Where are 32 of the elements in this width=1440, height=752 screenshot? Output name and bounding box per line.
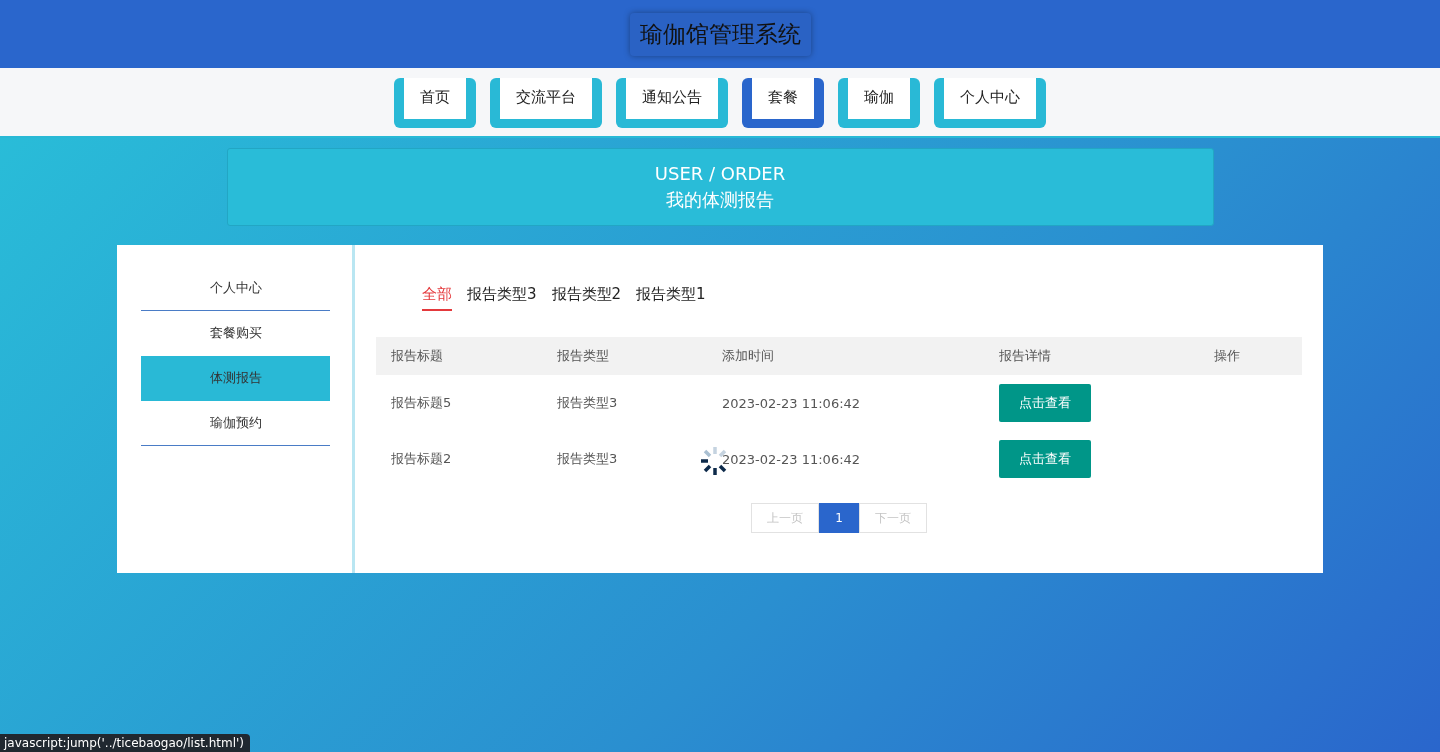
nav-tab[interactable]: 通知公告	[616, 78, 728, 128]
table-cell-text: 报告类型3	[556, 450, 619, 468]
banner-title: 我的体测报告	[666, 187, 774, 212]
filter-tab[interactable]: 报告类型1	[636, 285, 706, 311]
column-header: 操作	[1213, 347, 1241, 365]
table-cell-text: 2023-02-23 11:06:42	[721, 451, 862, 467]
table-cell-text: 2023-02-23 11:06:42	[721, 395, 862, 411]
sidebar-item[interactable]: 套餐购买	[141, 311, 330, 356]
sidebar-item[interactable]: 体测报告	[141, 356, 330, 401]
column-header: 报告类型	[556, 347, 610, 365]
table-cell-text: 报告类型3	[556, 394, 619, 412]
page-number-button[interactable]: 1	[819, 503, 859, 533]
table-cell-text: 报告标题2	[390, 450, 453, 468]
nav-tab[interactable]: 套餐	[742, 78, 824, 128]
filter-tab[interactable]: 报告类型3	[467, 285, 537, 311]
column-header: 报告标题	[390, 347, 444, 365]
column-header: 添加时间	[721, 347, 775, 365]
nav-tab[interactable]: 交流平台	[490, 78, 602, 128]
sidebar-item[interactable]: 个人中心	[141, 266, 330, 311]
site-title: 瑜伽馆管理系统	[629, 12, 811, 56]
nav-tab[interactable]: 首页	[394, 78, 476, 128]
filter-tab[interactable]: 全部	[422, 285, 452, 311]
banner-subtitle: USER / ORDER	[654, 162, 786, 184]
status-link-text: javascript:jump('../ticebaogao/list.html')	[0, 734, 250, 752]
view-button[interactable]: 点击查看	[999, 440, 1091, 478]
view-button[interactable]: 点击查看	[999, 384, 1091, 422]
column-header: 报告详情	[998, 347, 1052, 365]
table-cell-text: 报告标题5	[390, 394, 453, 412]
nav-tab[interactable]: 个人中心	[934, 78, 1046, 128]
filter-tab[interactable]: 报告类型2	[551, 285, 622, 311]
sidebar-item[interactable]: 瑜伽预约	[141, 401, 330, 446]
nav-tab[interactable]: 瑜伽	[838, 78, 920, 128]
